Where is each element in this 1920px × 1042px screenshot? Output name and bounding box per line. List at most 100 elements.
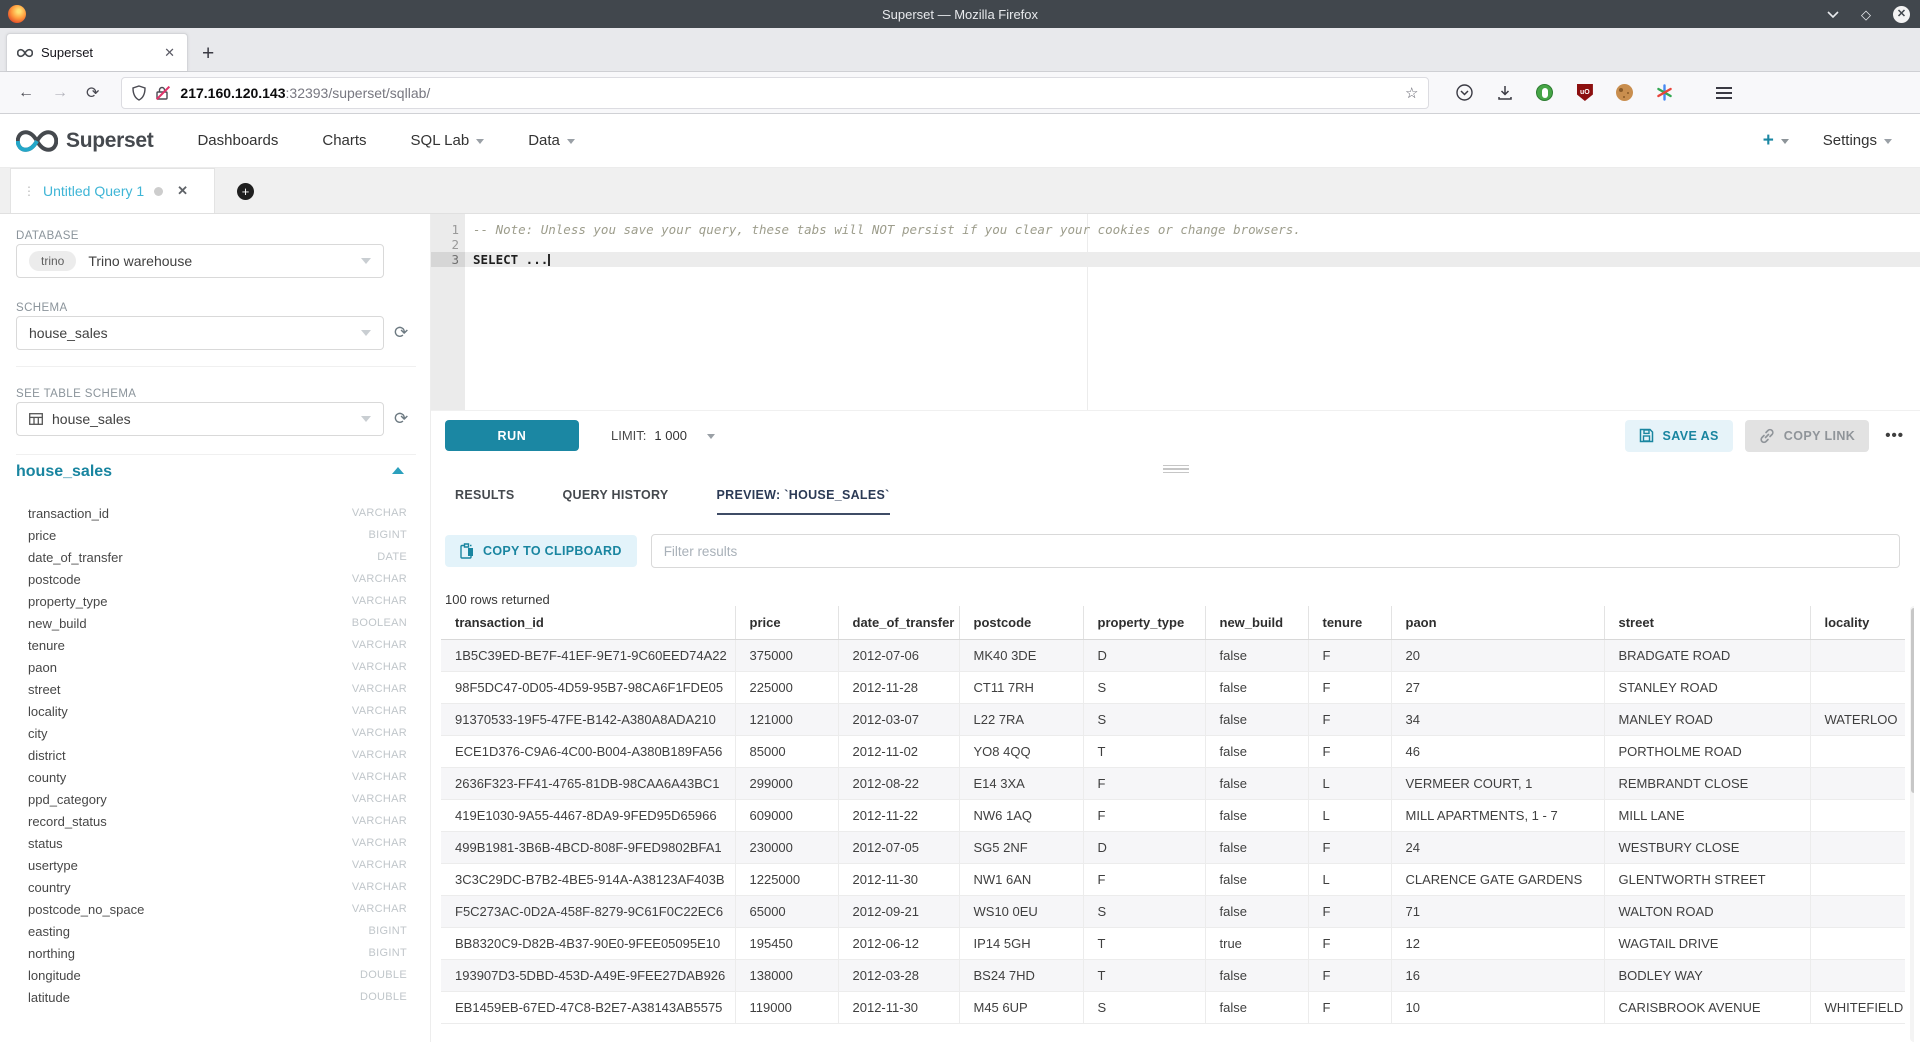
column-name: new_build: [28, 616, 87, 631]
grid-row: 1B5C39ED-BE7F-41EF-9E71-9C60EED74A223750…: [441, 639, 1905, 671]
grid-header-cell[interactable]: street: [1604, 606, 1810, 639]
schema-column-row: northingBIGINT: [0, 942, 430, 964]
grid-header-cell[interactable]: postcode: [959, 606, 1083, 639]
save-as-button[interactable]: SAVE AS: [1625, 420, 1733, 452]
schema-column-row: tenureVARCHAR: [0, 634, 430, 656]
nav-item-label: Dashboards: [197, 132, 278, 149]
cookie-icon[interactable]: [1615, 83, 1634, 102]
grid-cell: 195450: [735, 927, 838, 959]
browser-tabstrip: Superset ✕ +: [0, 28, 1920, 72]
back-icon[interactable]: ←: [18, 84, 34, 102]
nav-item-data[interactable]: Data: [528, 132, 575, 149]
grid-header-cell[interactable]: tenure: [1308, 606, 1391, 639]
schema-column-row: countryVARCHAR: [0, 876, 430, 898]
schema-column-row: postcode_no_spaceVARCHAR: [0, 898, 430, 920]
grid-cell: [1810, 671, 1905, 703]
column-type: VARCHAR: [352, 639, 407, 651]
grid-cell: [1810, 799, 1905, 831]
tracking-shield-icon[interactable]: [132, 85, 146, 101]
menu-icon[interactable]: [1716, 87, 1732, 99]
add-new-button[interactable]: +: [1763, 130, 1789, 152]
bookmark-star-icon[interactable]: ☆: [1405, 84, 1418, 102]
grid-cell: [1810, 927, 1905, 959]
grid-cell: BODLEY WAY: [1604, 959, 1810, 991]
results-tab-2[interactable]: PREVIEW: `HOUSE_SALES`: [717, 488, 890, 515]
grid-header-cell[interactable]: date_of_transfer: [838, 606, 959, 639]
grid-header-cell[interactable]: price: [735, 606, 838, 639]
grid-header-cell[interactable]: paon: [1391, 606, 1604, 639]
window-close-icon[interactable]: ✕: [1893, 6, 1910, 23]
ublock-origin-icon[interactable]: uO: [1575, 83, 1594, 102]
sql-editor[interactable]: 1 2 3 -- Note: Unless you save your quer…: [431, 214, 1920, 411]
column-type: BOOLEAN: [352, 617, 407, 629]
copy-to-clipboard-button[interactable]: COPY TO CLIPBOARD: [445, 535, 637, 567]
forward-icon[interactable]: →: [52, 84, 68, 102]
drag-handle-icon[interactable]: ⋮: [23, 184, 34, 198]
query-tab[interactable]: ⋮ Untitled Query 1 ✕: [10, 168, 215, 213]
grid-header-cell[interactable]: locality: [1810, 606, 1905, 639]
pocket-icon[interactable]: [1455, 83, 1474, 102]
results-tab-0[interactable]: RESULTS: [455, 488, 515, 515]
tab-close-icon[interactable]: ✕: [162, 45, 177, 61]
empty-line: [473, 237, 1920, 252]
superset-favicon-icon: [17, 48, 33, 58]
grid-cell: L22 7RA: [959, 703, 1083, 735]
grid-cell: 65000: [735, 895, 838, 927]
collapse-table-icon[interactable]: [392, 467, 404, 474]
nav-item-dashboards[interactable]: Dashboards: [197, 132, 278, 149]
settings-menu[interactable]: Settings: [1823, 132, 1892, 149]
superset-logo[interactable]: Superset: [16, 129, 153, 153]
scrollbar-thumb[interactable]: [1911, 608, 1914, 793]
schema-column-row: districtVARCHAR: [0, 744, 430, 766]
chevron-down-icon: [361, 330, 371, 336]
schema-column-row: priceBIGINT: [0, 524, 430, 546]
multi-color-asterisk-icon[interactable]: [1655, 83, 1674, 102]
reload-icon[interactable]: ⟳: [86, 83, 99, 103]
editor-code-area[interactable]: -- Note: Unless you save your query, the…: [465, 214, 1920, 410]
limit-dropdown[interactable]: LIMIT: 1 000: [611, 428, 715, 443]
nav-item-charts[interactable]: Charts: [322, 132, 366, 149]
grid-header-cell[interactable]: property_type: [1083, 606, 1205, 639]
add-query-tab-button[interactable]: +: [237, 183, 254, 200]
grid-cell: YO8 4QQ: [959, 735, 1083, 767]
schema-select[interactable]: house_sales: [16, 316, 384, 350]
grid-cell: NW1 6AN: [959, 863, 1083, 895]
more-options-button[interactable]: •••: [1885, 427, 1904, 444]
grid-header-cell[interactable]: new_build: [1205, 606, 1308, 639]
grid-row: 499B1981-3B6B-4BCD-808F-9FED9802BFA12300…: [441, 831, 1905, 863]
grid-cell: 121000: [735, 703, 838, 735]
schema-column-row: postcodeVARCHAR: [0, 568, 430, 590]
copy-link-button[interactable]: COPY LINK: [1745, 420, 1869, 452]
nav-item-sql-lab[interactable]: SQL Lab: [411, 132, 485, 149]
chevron-down-icon: [707, 434, 715, 439]
window-maximize-icon[interactable]: ◇: [1861, 8, 1871, 21]
database-select[interactable]: trino Trino warehouse: [16, 244, 384, 278]
table-select[interactable]: house_sales: [16, 402, 384, 436]
grid-cell: F: [1308, 927, 1391, 959]
new-tab-button[interactable]: +: [202, 43, 214, 64]
clipboard-icon: [460, 543, 474, 559]
query-tab-close-icon[interactable]: ✕: [177, 183, 188, 199]
grid-cell: 2012-03-07: [838, 703, 959, 735]
download-icon[interactable]: [1495, 83, 1514, 102]
schema-column-row: cityVARCHAR: [0, 722, 430, 744]
filter-results-input[interactable]: [651, 534, 1900, 568]
vertical-scrollbar[interactable]: [1910, 606, 1914, 1042]
browser-tab[interactable]: Superset ✕: [6, 33, 188, 71]
run-button[interactable]: RUN: [445, 420, 579, 451]
refresh-schema-icon[interactable]: ⟳: [394, 323, 408, 343]
refresh-table-icon[interactable]: ⟳: [394, 409, 408, 429]
column-name: usertype: [28, 858, 78, 873]
window-minimize-icon[interactable]: [1827, 10, 1839, 18]
address-bar[interactable]: 217.160.120.143:32393/superset/sqllab/ ☆: [121, 77, 1429, 109]
grid-header-cell[interactable]: transaction_id: [441, 606, 735, 639]
grid-cell: 10: [1391, 991, 1604, 1023]
insecure-lock-icon[interactable]: [156, 86, 168, 100]
pane-splitter[interactable]: [431, 460, 1920, 478]
table-schema-heading[interactable]: house_sales: [16, 463, 112, 481]
schema-column-row: longitudeDOUBLE: [0, 964, 430, 986]
sql-select-line: SELECT ...: [473, 252, 1920, 267]
grid-cell: F: [1308, 671, 1391, 703]
results-tab-1[interactable]: QUERY HISTORY: [563, 488, 669, 515]
privacy-badger-icon[interactable]: [1535, 83, 1554, 102]
